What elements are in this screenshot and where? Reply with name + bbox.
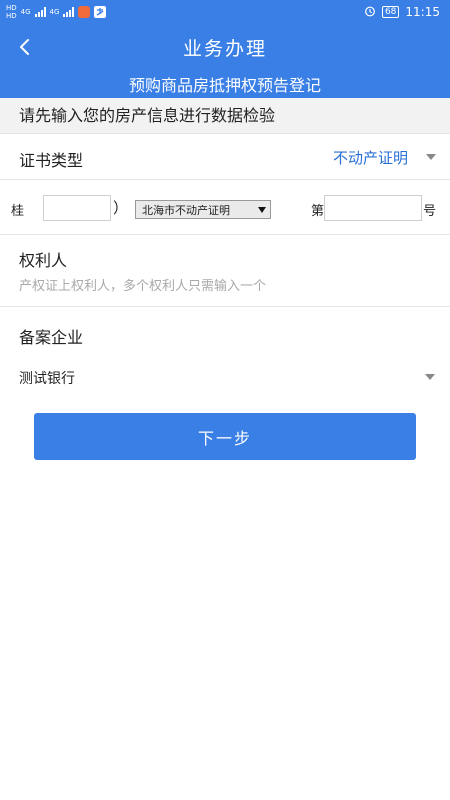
province-prefix: 桂	[11, 204, 25, 219]
alarm-icon	[364, 5, 376, 20]
filing-company-label: 备案企业	[19, 328, 84, 347]
page-title: 业务办理	[182, 38, 267, 60]
region-select[interactable]: 北海市不动产证明	[135, 200, 271, 219]
alipay-icon	[94, 6, 107, 18]
battery-icon: 68	[381, 6, 400, 18]
number-prefix: 第	[311, 204, 325, 219]
owner-row: 权利人	[0, 235, 450, 307]
dropdown-arrow-icon	[425, 374, 435, 380]
filing-company-select[interactable]: 测试银行	[0, 362, 450, 392]
status-bar: HD HD 4G 4G 68 11:15	[0, 0, 450, 24]
hd-badge-2: HD	[6, 11, 17, 20]
signal-icon	[34, 7, 46, 17]
app-header: 业务办理 预购商品房抵押权预告登记	[0, 24, 450, 98]
number-suffix: 号	[423, 204, 437, 219]
network-4g-label-2: 4G	[49, 7, 60, 16]
certificate-number-input[interactable]	[324, 195, 422, 221]
paren-close: ）	[113, 199, 129, 217]
certificate-type-row[interactable]: 证书类型 不动产证明	[0, 134, 450, 180]
year-input[interactable]	[43, 195, 111, 221]
status-left: HD HD 4G 4G	[6, 3, 107, 20]
page-subtitle: 预购商品房抵押权预告登记	[128, 76, 321, 95]
hd-badge-1: HD	[6, 3, 17, 12]
certificate-type-value: 不动产证明	[332, 148, 408, 167]
app-notification-icon	[78, 6, 91, 18]
certificate-type-select[interactable]: 不动产证明	[333, 144, 436, 170]
dropdown-arrow-icon	[258, 206, 266, 213]
status-right: 68 11:15	[364, 5, 440, 20]
notice-banner: 请先输入您的房产信息进行数据检验	[0, 98, 450, 134]
network-4g-label-1: 4G	[20, 7, 31, 16]
next-button[interactable]: 下一步	[34, 413, 416, 460]
owner-input[interactable]	[19, 275, 429, 297]
clock: 11:15	[405, 5, 440, 19]
certificate-number-row: 桂 （ ） 北海市不动产证明 第 号	[0, 181, 450, 235]
dropdown-arrow-icon	[426, 154, 436, 160]
filing-company-value: 测试银行	[19, 371, 75, 387]
signal-icon-2	[63, 7, 75, 17]
owner-label: 权利人	[19, 251, 68, 270]
region-select-value: 北海市不动产证明	[142, 203, 230, 217]
certificate-type-label: 证书类型	[19, 151, 84, 170]
